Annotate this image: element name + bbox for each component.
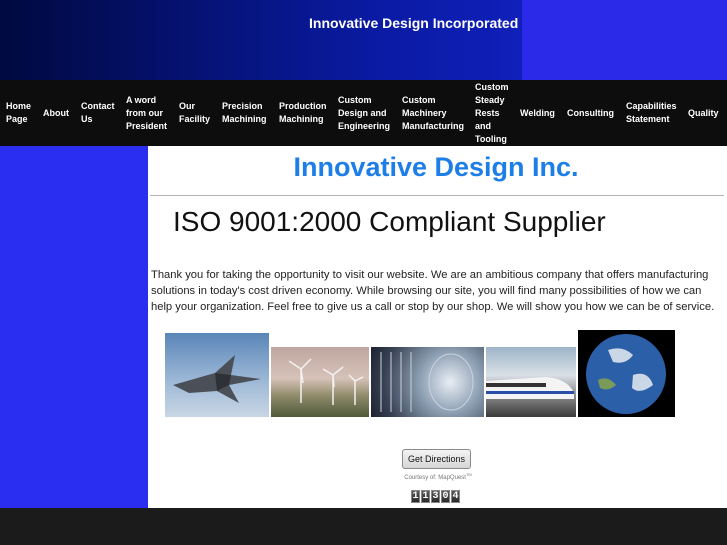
fighter-jet-image (165, 333, 269, 417)
nav-consulting[interactable]: Consulting (561, 107, 620, 120)
nav-quality[interactable]: Quality (682, 107, 722, 120)
counter-digit: 0 (441, 490, 450, 503)
intro-paragraph: Thank you for taking the opportunity to … (151, 269, 715, 313)
nav-welding[interactable]: Welding (514, 107, 561, 120)
iso-heading: ISO 9001:2000 Compliant Supplier (173, 206, 606, 237)
mapquest-courtesy: Courtesy of: MapQuestTM (404, 472, 472, 481)
site-title: Innovative Design Incorporated (309, 15, 519, 31)
site-header: Innovative Design Incorporated (0, 0, 727, 80)
nav-contact[interactable]: Contact Us (75, 100, 120, 126)
title-divider (150, 195, 724, 196)
left-sidebar (0, 146, 148, 508)
nav-steady-rests[interactable]: Custom Steady Rests and Tooling (469, 81, 514, 146)
page-footer (0, 508, 727, 545)
counter-digit: 3 (431, 490, 440, 503)
counter-digit: 4 (451, 490, 460, 503)
counter-digit: 1 (411, 490, 420, 503)
nav-about[interactable]: About (37, 107, 75, 120)
page-title: Innovative Design Inc. (293, 152, 579, 182)
nav-custom-design[interactable]: Custom Design and Engineering (332, 94, 396, 133)
reactor-interior-image (371, 347, 484, 417)
nav-president[interactable]: A word from our President (120, 94, 173, 133)
wind-turbines-image (271, 347, 369, 417)
nav-home[interactable]: Home Page (0, 100, 37, 126)
courtesy-text: Courtesy of: MapQuest (404, 475, 466, 481)
visitor-counter: 1 1 3 0 4 (411, 490, 460, 503)
nav-facility[interactable]: Our Facility (173, 100, 216, 126)
nav-production-machining[interactable]: Production Machining (273, 100, 332, 126)
counter-digit: 1 (421, 490, 430, 503)
nav-custom-machinery[interactable]: Custom Machinery Manufacturing (396, 94, 469, 133)
earth-globe-image (578, 330, 675, 417)
nav-capabilities[interactable]: Capabilities Statement (620, 100, 682, 126)
bullet-train-image (486, 347, 576, 417)
main-nav: Home Page About Contact Us A word from o… (0, 80, 727, 146)
get-directions-button[interactable]: Get Directions (402, 449, 471, 469)
main-content: Innovative Design Inc. ISO 9001:2000 Com… (148, 146, 727, 508)
header-accent-block (522, 0, 727, 80)
nav-precision-machining[interactable]: Precision Machining (216, 100, 273, 126)
